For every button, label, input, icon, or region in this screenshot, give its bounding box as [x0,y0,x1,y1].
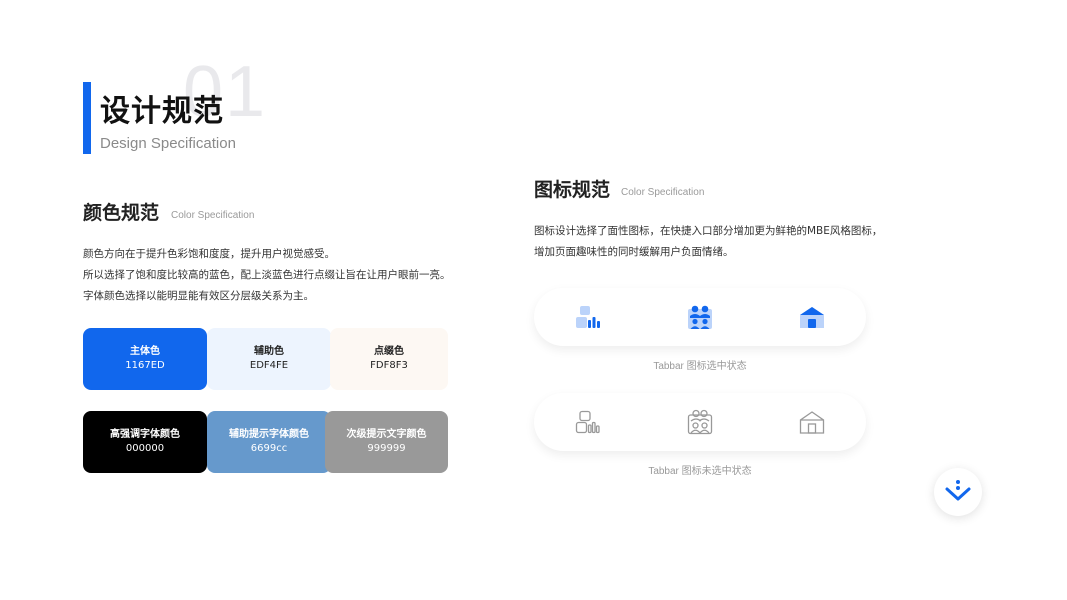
swatch-code: 000000 [125,443,165,454]
tabbar-unselected [534,393,866,451]
tabbar-selected-caption: Tabbar 图标选中状态 [653,361,747,372]
swatch-name: 高强调字体颜色 [110,429,180,440]
data-chart-icon[interactable] [575,409,601,435]
swatch-name: 辅助提示字体颜色 [229,429,309,440]
swatch-code: EDF4FE [249,360,289,371]
chevron-down-icon [943,475,973,509]
tabbar-unselected-caption: Tabbar 图标未选中状态 [648,466,752,477]
swatch-accent: 点缀色 FDF8F3 [330,328,448,390]
scroll-down-button[interactable] [934,468,982,516]
color-description: 颜色方向在于提升色彩饱和度度，提升用户视觉感受。 所以选择了饱和度比较高的蓝色，… [83,244,451,307]
swatch-high-emphasis-text: 高强调字体颜色 000000 [83,411,207,473]
swatch-code: FDF8F3 [370,360,408,371]
page-subtitle: Design Specification [100,135,236,152]
icon-desc-line: 图标设计选择了面性图标，在快捷入口部分增加更为鲜艳的MBE风格图标， [534,225,883,237]
color-section-subtitle: Color Specification [171,210,255,221]
page-title: 设计规范 [100,94,224,129]
swatch-secondary-hint-text: 辅助提示字体颜色 6699cc [207,411,331,473]
tabbar-selected [534,288,866,346]
swatch-code: 999999 [367,443,406,454]
swatch-code: 6699cc [250,443,288,454]
icon-section-subtitle: Color Specification [621,187,705,198]
icon-desc-line: 增加页面趣味性的同时缓解用户负面情绪。 [534,246,734,258]
swatch-name: 辅助色 [254,346,284,357]
color-desc-line: 所以选择了饱和度比较高的蓝色，配上淡蓝色进行点缀让旨在让用户眼前一亮。 [83,269,451,281]
swatch-primary: 主体色 1167ED [83,328,207,390]
home-icon[interactable] [799,409,825,435]
data-chart-icon[interactable] [575,304,601,330]
title-accent-bar [83,82,91,154]
home-icon[interactable] [799,304,825,330]
color-desc-line: 字体颜色选择以能明显能有效区分层级关系为主。 [83,290,314,302]
swatch-name: 点缀色 [374,346,404,357]
icon-description: 图标设计选择了面性图标，在快捷入口部分增加更为鲜艳的MBE风格图标， 增加页面趣… [534,221,882,263]
users-icon[interactable] [687,409,713,435]
swatch-secondary: 辅助色 EDF4FE [207,328,331,390]
swatch-name: 主体色 [130,346,160,357]
icon-section-title: 图标规范 [534,179,611,201]
color-desc-line: 颜色方向在于提升色彩饱和度度，提升用户视觉感受。 [83,248,335,260]
swatch-tertiary-hint-text: 次级提示文字颜色 999999 [325,411,448,473]
users-icon[interactable] [687,304,713,330]
swatch-name: 次级提示文字颜色 [346,429,427,440]
swatch-code: 1167ED [125,360,165,371]
color-section-title: 颜色规范 [83,202,160,224]
